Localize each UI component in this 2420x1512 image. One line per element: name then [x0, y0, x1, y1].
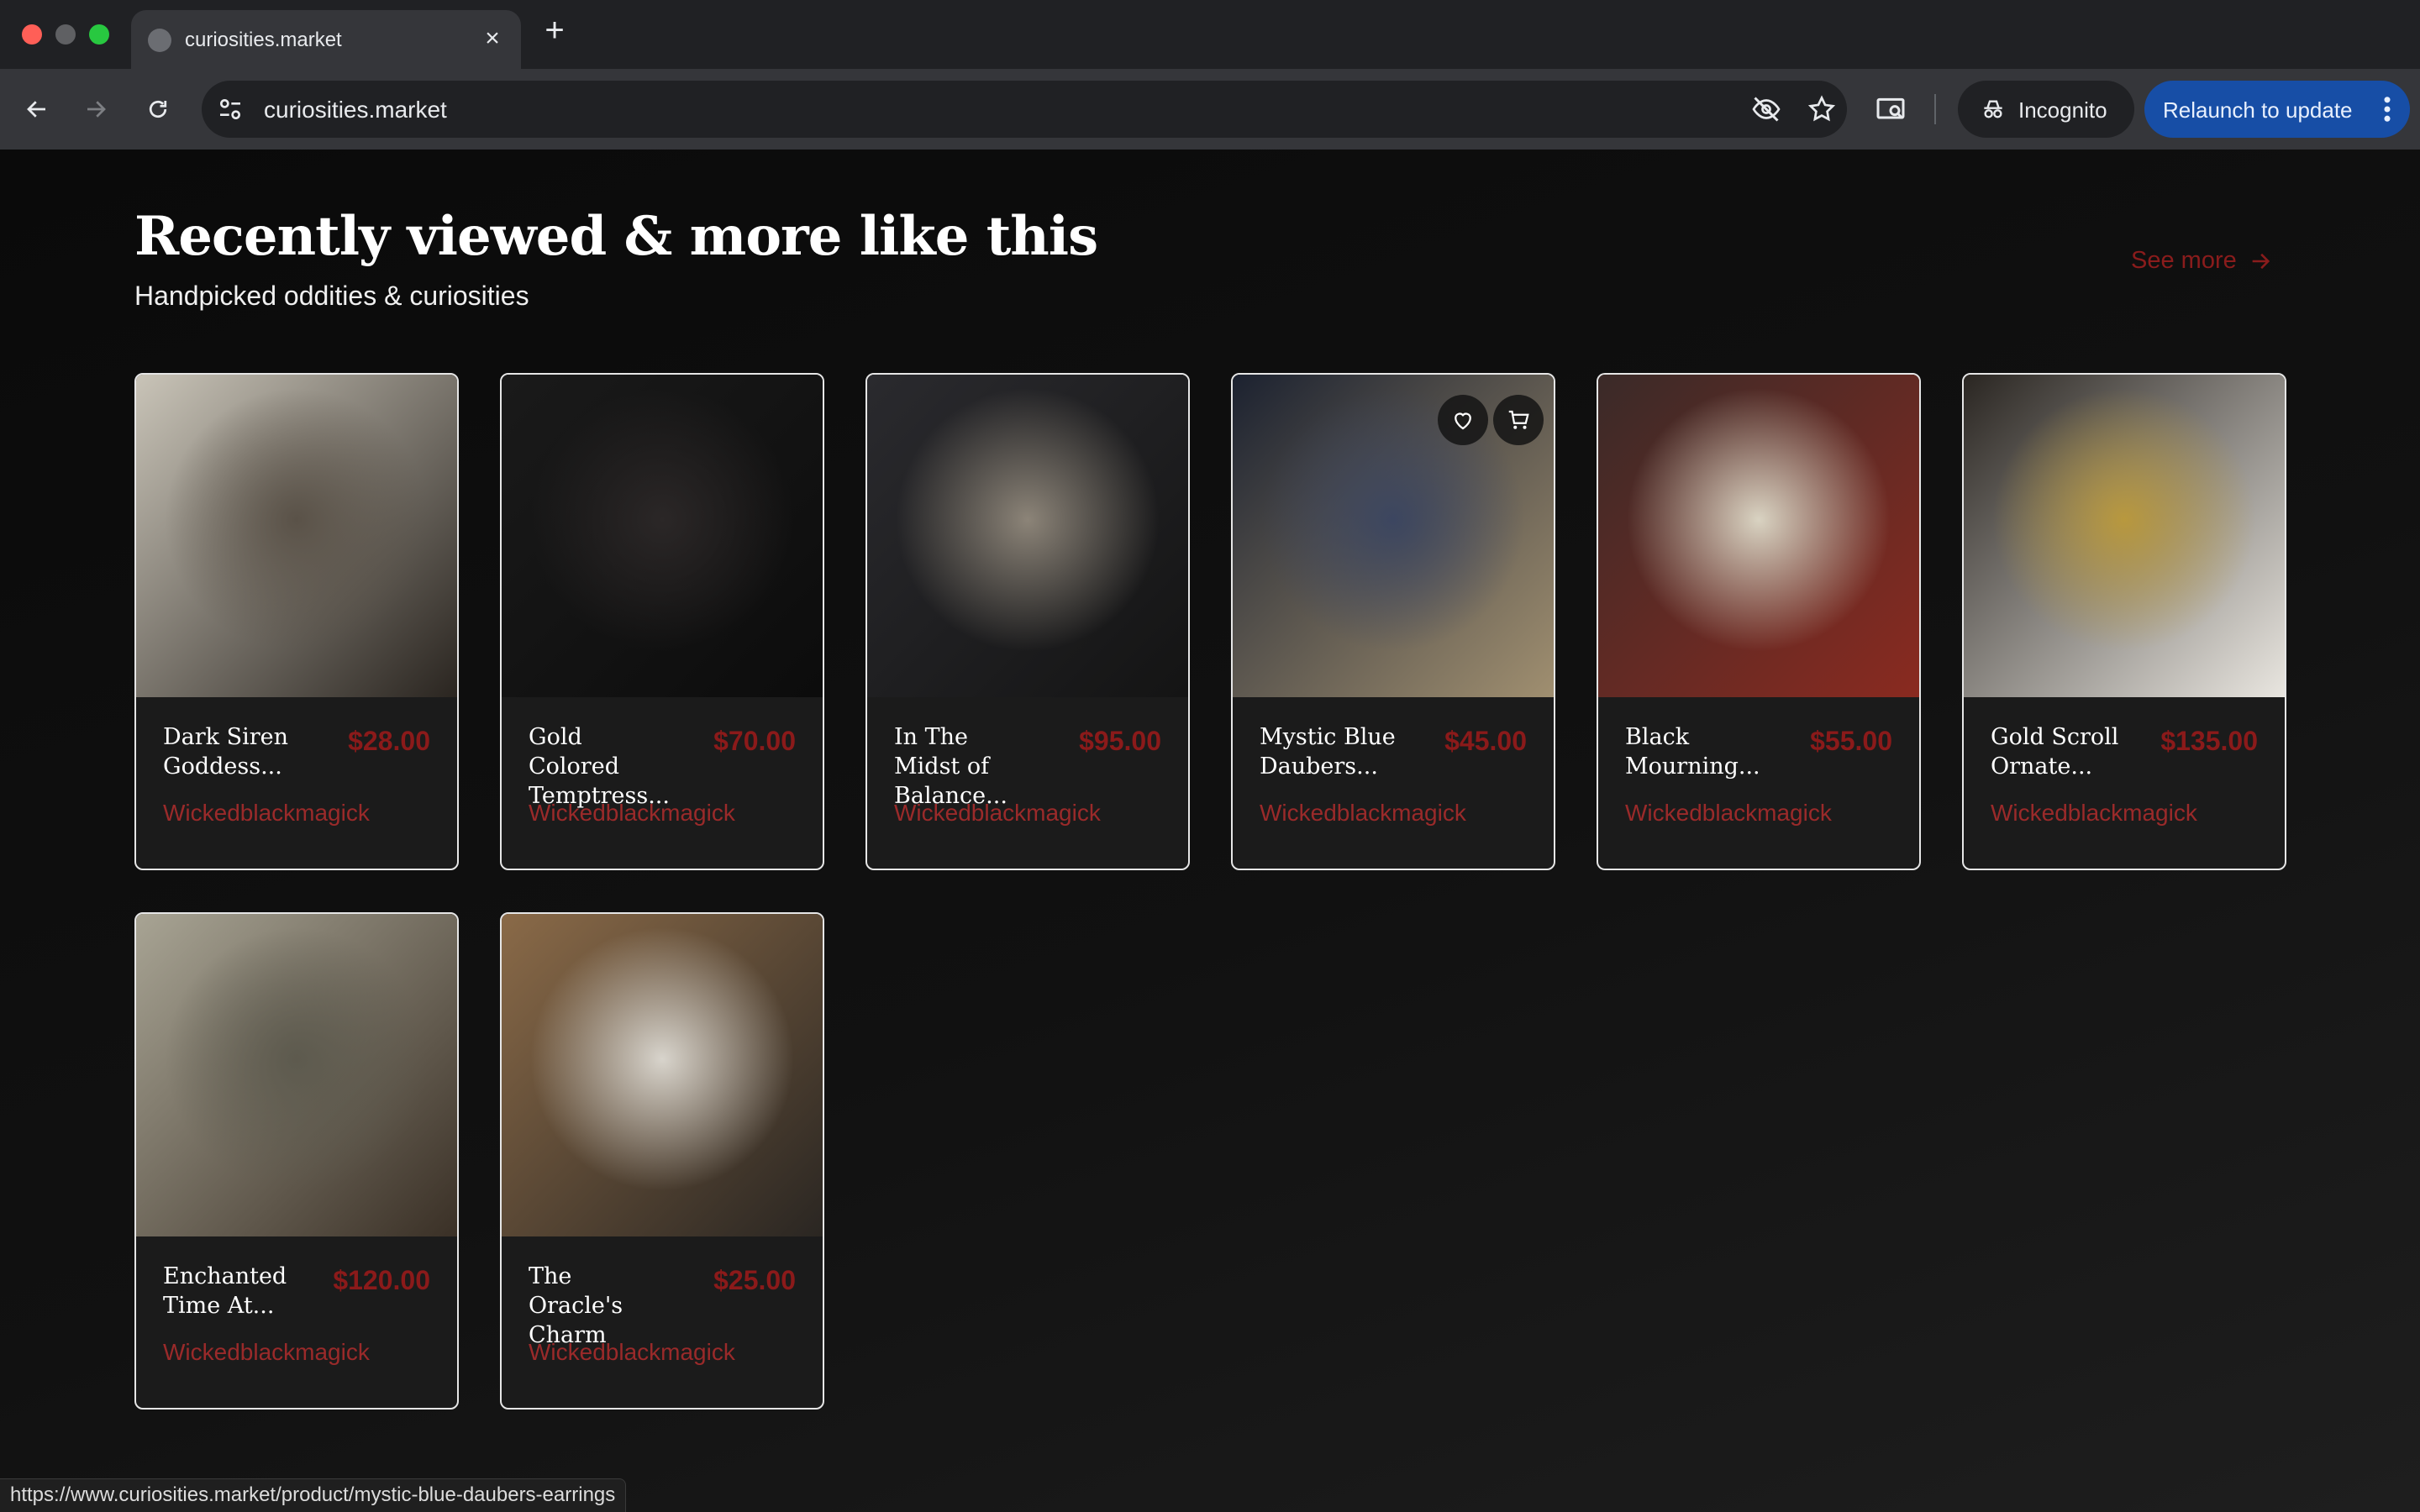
relaunch-label: Relaunch to update [2163, 97, 2353, 123]
heart-icon [1455, 412, 1471, 430]
incognito-icon [1984, 100, 2002, 118]
product-grid: Dark Siren Goddess... $28.00 Wickedblack… [134, 373, 2286, 1410]
product-image[interactable] [1598, 375, 1919, 697]
star-icon[interactable] [1807, 94, 1837, 124]
product-name[interactable]: Dark Siren Goddess... [163, 722, 306, 781]
product-image[interactable] [1964, 375, 2285, 697]
url-text[interactable]: curiosities.market [264, 97, 447, 123]
product-price: $55.00 [1810, 726, 1892, 756]
incognito-label: Incognito [2018, 97, 2107, 123]
tab-strip: curiosities.market × + [0, 0, 2420, 69]
product-name[interactable]: Gold Scroll Ornate... [1991, 722, 2133, 781]
address-bar[interactable]: curiosities.market [202, 81, 1847, 138]
product-price: $120.00 [333, 1265, 430, 1295]
wishlist-button[interactable] [1438, 395, 1488, 445]
seller-link[interactable]: Wickedblackmagick [1260, 800, 1466, 827]
seller-link[interactable]: Wickedblackmagick [894, 800, 1101, 827]
close-icon[interactable]: × [479, 25, 506, 52]
browser-toolbar: curiosities.market Incognito Relaunch to… [0, 69, 2420, 150]
product-card[interactable]: Enchanted Time At... $120.00 Wickedblack… [134, 912, 459, 1410]
product-card[interactable]: The Oracle's Charm $25.00 Wickedblackmag… [500, 912, 824, 1410]
product-name[interactable]: Enchanted Time At... [163, 1262, 306, 1320]
toolbar-divider [1934, 94, 1936, 124]
new-tab-button[interactable]: + [539, 13, 570, 47]
card-actions [1438, 395, 1544, 445]
seller-link[interactable]: Wickedblackmagick [1991, 800, 2197, 827]
product-name[interactable]: In The Midst of Balance... [894, 722, 1037, 811]
product-name[interactable]: Black Mourning... [1625, 722, 1768, 781]
seller-link[interactable]: Wickedblackmagick [529, 800, 735, 827]
browser-tab[interactable]: curiosities.market × [131, 10, 521, 69]
section-subtitle: Handpicked oddities & curiosities [134, 281, 529, 311]
eye-off-icon[interactable] [1751, 94, 1781, 124]
product-price: $28.00 [348, 726, 430, 756]
status-bar-url: https://www.curiosities.market/product/m… [0, 1478, 627, 1512]
tab-title: curiosities.market [185, 29, 342, 51]
incognito-indicator[interactable]: Incognito [1958, 81, 2134, 138]
back-button[interactable] [17, 89, 57, 129]
forward-button[interactable] [76, 89, 116, 129]
product-price: $70.00 [713, 726, 796, 756]
kebab-menu-icon[interactable] [2383, 96, 2391, 123]
globe-icon [148, 29, 171, 52]
product-card[interactable]: Mystic Blue Daubers... $45.00 Wickedblac… [1231, 373, 1555, 870]
product-image[interactable] [867, 375, 1188, 697]
tune-icon[interactable] [217, 96, 244, 123]
product-price: $135.00 [2160, 726, 2258, 756]
reload-icon [149, 100, 167, 118]
product-card[interactable]: Black Mourning... $55.00 Wickedblackmagi… [1597, 373, 1921, 870]
product-price: $25.00 [713, 1265, 796, 1295]
product-image[interactable] [136, 375, 457, 697]
add-to-cart-button[interactable] [1493, 395, 1544, 445]
seller-link[interactable]: Wickedblackmagick [163, 1339, 370, 1366]
seller-link[interactable]: Wickedblackmagick [163, 800, 370, 827]
minimize-window-button[interactable] [55, 24, 76, 45]
product-name[interactable]: The Oracle's Charm [529, 1262, 671, 1350]
maximize-window-button[interactable] [89, 24, 109, 45]
arrow-left-icon [27, 101, 45, 118]
product-price: $95.00 [1079, 726, 1161, 756]
reload-button[interactable] [138, 89, 178, 129]
cart-icon [1508, 410, 1529, 429]
product-card[interactable]: Dark Siren Goddess... $28.00 Wickedblack… [134, 373, 459, 870]
product-image[interactable] [502, 375, 823, 697]
seller-link[interactable]: Wickedblackmagick [1625, 800, 1832, 827]
see-more-label: See more [2131, 247, 2237, 274]
product-image[interactable] [502, 914, 823, 1236]
product-price: $45.00 [1444, 726, 1527, 756]
close-window-button[interactable] [22, 24, 42, 45]
product-image[interactable] [136, 914, 457, 1236]
lens-icon[interactable] [1874, 92, 1907, 126]
page-content: Recently viewed & more like this Handpic… [0, 150, 2420, 1512]
arrow-right-icon [87, 101, 106, 118]
product-name[interactable]: Mystic Blue Daubers... [1260, 722, 1402, 781]
product-card[interactable]: In The Midst of Balance... $95.00 Wicked… [865, 373, 1190, 870]
see-more-link[interactable]: See more [2131, 247, 2272, 275]
product-card[interactable]: Gold Scroll Ornate... $135.00 Wickedblac… [1962, 373, 2286, 870]
section-title: Recently viewed & more like this [134, 205, 1098, 268]
arrow-right-icon [2252, 253, 2270, 269]
seller-link[interactable]: Wickedblackmagick [529, 1339, 735, 1366]
relaunch-button[interactable]: Relaunch to update [2144, 81, 2410, 138]
product-name[interactable]: Gold Colored Temptress... [529, 722, 671, 811]
product-card[interactable]: Gold Colored Temptress... $70.00 Wickedb… [500, 373, 824, 870]
